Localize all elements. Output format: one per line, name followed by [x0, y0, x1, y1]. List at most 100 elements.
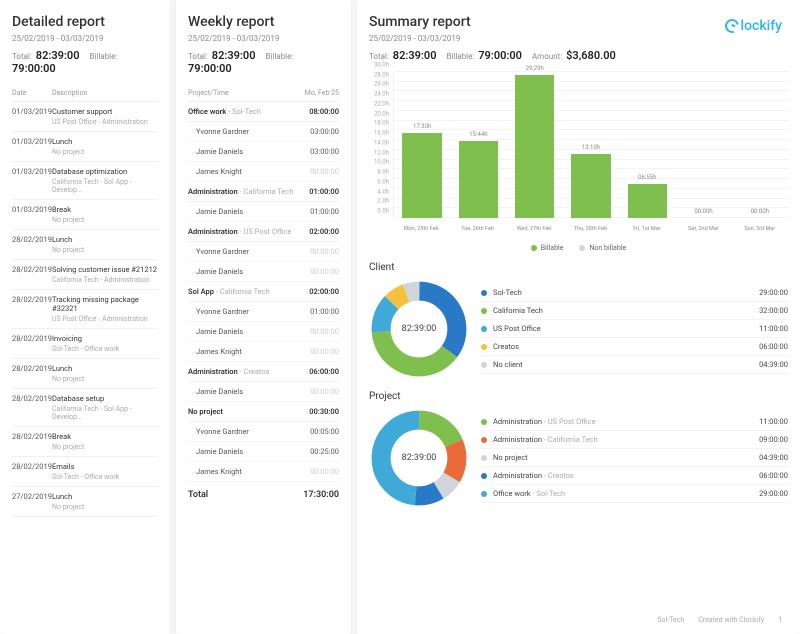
- legend-time: 29:00:00: [759, 288, 788, 297]
- legend-dot-icon: [481, 326, 487, 332]
- group-project: Administration - US Post Office: [188, 227, 309, 236]
- legend-time: 32:00:00: [759, 306, 788, 315]
- row-subtitle: No project: [12, 148, 158, 156]
- legend-row: Sol-Tech29:00:00: [481, 284, 788, 302]
- client-section-title: Client: [369, 262, 788, 273]
- legend-dot-icon: [481, 491, 487, 497]
- weekly-user-row: James Knight00:00:00: [188, 342, 339, 362]
- weekly-user-row: Yvonne Gardner03:00:00: [188, 122, 339, 142]
- clock-icon: [722, 16, 741, 35]
- table-row: 27/02/2019LunchNo project: [12, 487, 158, 517]
- legend-time: 11:00:00: [759, 324, 788, 333]
- bar: 29:29h: [515, 75, 554, 218]
- row-subtitle: California Tech - Sol App - Develop…: [12, 178, 158, 194]
- weekly-group-header: No project00:30:00: [188, 402, 339, 422]
- weekly-user-row: James Knight00:00:00: [188, 462, 339, 482]
- y-tick: 30.0h: [374, 62, 389, 69]
- detailed-daterange: 25/02/2019 - 03/03/2019: [12, 34, 158, 43]
- row-subtitle: No project: [12, 443, 158, 451]
- row-description: Solving customer issue #21212: [52, 265, 158, 274]
- row-date: 28/02/2019: [12, 364, 52, 373]
- legend-dot-icon: [481, 290, 487, 296]
- row-subtitle: No project: [12, 216, 158, 224]
- detailed-totals: Total: 82:39:00 Billable: 79:00:00: [12, 49, 158, 75]
- user-time: 00:00:00: [310, 267, 339, 276]
- legend-time: 06:00:00: [759, 342, 788, 351]
- user-name: Yvonne Gardner: [196, 307, 249, 316]
- y-tick: 16.0h: [374, 130, 389, 137]
- bar-slot: 00:00h: [675, 72, 731, 218]
- legend-dot-icon: [481, 362, 487, 368]
- project-section-title: Project: [369, 391, 788, 402]
- donut-center-value: 82:39:00: [402, 324, 437, 334]
- table-row: 28/02/2019EmailsSol-Tech - Office work: [12, 457, 158, 487]
- table-row: 01/03/2019Customer supportUS Post Office…: [12, 102, 158, 132]
- weekly-user-row: Yvonne Gardner00:05:00: [188, 422, 339, 442]
- total-value: 82:39:00: [36, 49, 80, 62]
- row-description: Lunch: [52, 364, 158, 373]
- y-tick: 2.0h: [377, 198, 389, 205]
- row-subtitle: US Post Office - Administration: [12, 118, 158, 126]
- user-time: 01:00:00: [310, 207, 339, 216]
- row-date: 01/03/2019: [12, 167, 52, 176]
- project-donut-chart: 82:39:00: [369, 408, 469, 508]
- detailed-report-card: Detailed report 25/02/2019 - 03/03/2019 …: [0, 0, 170, 634]
- detailed-rows: 01/03/2019Customer supportUS Post Office…: [12, 102, 158, 517]
- weekly-user-row: Jamie Daniels03:00:00: [188, 142, 339, 162]
- legend-dot-icon: [481, 455, 487, 461]
- legend-name: No client: [493, 360, 523, 369]
- y-tick: 20.0h: [374, 110, 389, 117]
- legend-time: 11:00:00: [759, 417, 788, 426]
- weekly-user-row: Jamie Daniels00:00:00: [188, 382, 339, 402]
- amount-label: Amount:: [532, 52, 562, 61]
- table-row: 28/02/2019Solving customer issue #21212C…: [12, 260, 158, 290]
- row-description: Database setup: [52, 394, 158, 403]
- y-tick: 0.0h: [377, 208, 389, 215]
- row-subtitle: Sol-Tech - Office work: [12, 345, 158, 353]
- user-name: Jamie Daniels: [196, 207, 243, 216]
- total-label: Total:: [188, 52, 208, 61]
- row-date: 28/02/2019: [12, 295, 52, 313]
- legend-time: 06:00:00: [759, 471, 788, 480]
- amount-value: $3,680.00: [566, 49, 616, 62]
- legend-name: Administration - California Tech: [493, 435, 598, 444]
- bar: 15:44h: [459, 141, 498, 218]
- footer-credit: Created with Clockify: [698, 616, 764, 624]
- group-project: Administration - California Tech: [188, 187, 309, 196]
- legend-dot-icon: [579, 245, 585, 251]
- total-value: 82:39:00: [212, 49, 256, 62]
- row-description: Break: [52, 432, 158, 441]
- row-date: 28/02/2019: [12, 394, 52, 403]
- group-time: 06:00:00: [309, 367, 339, 376]
- legend-time: 09:00:00: [759, 435, 788, 444]
- table-row: 28/02/2019LunchNo project: [12, 359, 158, 389]
- user-time: 00:25:00: [310, 447, 339, 456]
- legend-name: US Post Office: [493, 324, 541, 333]
- weekly-bar-chart: 0.0h2.0h4.0h6.0h8.0h10.0h12.0h14.0h16.0h…: [369, 72, 788, 242]
- y-tick: 22.0h: [374, 100, 389, 107]
- legend-name: Creatos: [493, 342, 519, 351]
- y-tick: 12.0h: [374, 149, 389, 156]
- y-tick: 6.0h: [377, 178, 389, 185]
- user-time: 00:00:00: [310, 327, 339, 336]
- detailed-title: Detailed report: [12, 14, 158, 30]
- x-tick: Sun, 3rd Mar: [732, 226, 788, 232]
- footer-page: 1: [778, 616, 782, 624]
- x-tick: Fri, 1st Mar: [619, 226, 675, 232]
- row-description: Lunch: [52, 235, 158, 244]
- billable-label: Billable:: [89, 52, 117, 61]
- bar-slot: 13:10h: [563, 72, 619, 218]
- user-name: Yvonne Gardner: [196, 427, 249, 436]
- billable-label: Billable:: [265, 52, 293, 61]
- table-row: 01/03/2019Database optimizationCaliforni…: [12, 162, 158, 200]
- y-tick: 8.0h: [377, 169, 389, 176]
- bar-slot: 29:29h: [507, 72, 563, 218]
- legend-name: California Tech: [493, 306, 543, 315]
- bar-value-label: 00:00h: [740, 208, 779, 215]
- table-row: 28/02/2019Tracking missing package #3232…: [12, 290, 158, 329]
- row-description: Tracking missing package #32321: [52, 295, 158, 313]
- weekly-title: Weekly report: [188, 14, 339, 30]
- row-description: Emails: [52, 462, 158, 471]
- group-time: 00:30:00: [309, 407, 339, 416]
- billable-label: Billable:: [446, 52, 474, 61]
